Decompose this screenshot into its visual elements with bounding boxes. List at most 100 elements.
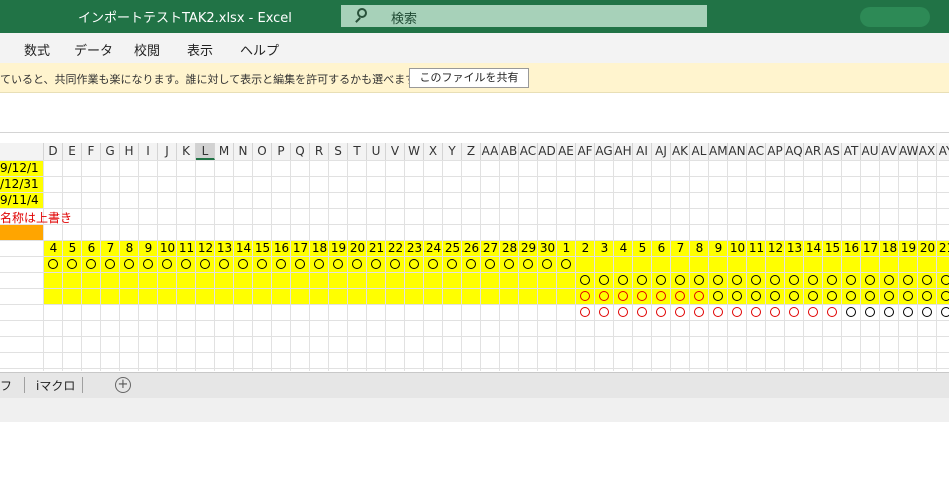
day-number-cell[interactable]: 19 xyxy=(899,241,918,255)
column-header[interactable]: V xyxy=(386,143,405,160)
column-header[interactable]: H xyxy=(120,143,139,160)
column-header[interactable]: AC xyxy=(747,143,766,160)
column-header[interactable]: N xyxy=(234,143,253,160)
column-header[interactable]: AW xyxy=(899,143,918,160)
day-number-cell[interactable]: 5 xyxy=(633,241,652,255)
day-number-cell[interactable]: 14 xyxy=(804,241,823,255)
column-header[interactable]: AL xyxy=(690,143,709,160)
day-number-cell[interactable]: 3 xyxy=(595,241,614,255)
search-box[interactable]: 検索 xyxy=(341,5,707,27)
column-header[interactable]: E xyxy=(63,143,82,160)
column-header[interactable]: AE xyxy=(557,143,576,160)
day-number-cell[interactable]: 15 xyxy=(253,241,272,255)
day-number-cell[interactable]: 18 xyxy=(880,241,899,255)
column-header[interactable]: AP xyxy=(766,143,785,160)
column-header[interactable]: AF xyxy=(576,143,595,160)
column-header[interactable]: AJ xyxy=(652,143,671,160)
column-header[interactable]: Z xyxy=(462,143,481,160)
left-cell-text[interactable]: 9/11/4 xyxy=(0,193,39,207)
day-number-cell[interactable]: 12 xyxy=(196,241,215,255)
day-number-cell[interactable]: 6 xyxy=(652,241,671,255)
day-number-cell[interactable]: 4 xyxy=(614,241,633,255)
column-header[interactable]: M xyxy=(215,143,234,160)
day-number-cell[interactable]: 20 xyxy=(348,241,367,255)
column-header[interactable]: T xyxy=(348,143,367,160)
column-header[interactable]: AM xyxy=(709,143,728,160)
column-header[interactable]: AG xyxy=(595,143,614,160)
day-number-cell[interactable]: 6 xyxy=(82,241,101,255)
column-header[interactable]: S xyxy=(329,143,348,160)
day-number-cell[interactable]: 5 xyxy=(63,241,82,255)
left-cell-text[interactable]: /12/31 xyxy=(0,177,39,191)
day-number-cell[interactable]: 11 xyxy=(747,241,766,255)
column-header-corner[interactable] xyxy=(0,143,44,160)
day-number-cell[interactable]: 14 xyxy=(234,241,253,255)
column-header[interactable]: AH xyxy=(614,143,633,160)
day-number-cell[interactable]: 8 xyxy=(120,241,139,255)
day-number-cell[interactable]: 29 xyxy=(519,241,538,255)
day-number-cell[interactable]: 10 xyxy=(728,241,747,255)
day-number-cell[interactable]: 4 xyxy=(44,241,63,255)
column-header[interactable]: I xyxy=(139,143,158,160)
sheet-tab-1[interactable]: フ xyxy=(0,377,12,394)
ribbon-tab-view[interactable]: 表示 xyxy=(187,40,213,59)
day-number-cell[interactable]: 27 xyxy=(481,241,500,255)
day-number-cell[interactable]: 24 xyxy=(424,241,443,255)
ribbon-tab-formulas[interactable]: 数式 xyxy=(24,40,50,59)
day-number-cell[interactable]: 16 xyxy=(842,241,861,255)
column-header[interactable]: X xyxy=(424,143,443,160)
day-number-cell[interactable]: 23 xyxy=(405,241,424,255)
day-number-cell[interactable]: 15 xyxy=(823,241,842,255)
day-number-cell[interactable]: 17 xyxy=(291,241,310,255)
plus-circle-icon[interactable]: + xyxy=(115,377,131,393)
ribbon-tab-review[interactable]: 校閲 xyxy=(134,40,160,59)
column-header[interactable]: K xyxy=(177,143,196,160)
column-header[interactable]: AC xyxy=(519,143,538,160)
day-number-cell[interactable]: 1 xyxy=(557,241,576,255)
share-file-button[interactable]: このファイルを共有 xyxy=(409,68,529,88)
day-number-cell[interactable]: 26 xyxy=(462,241,481,255)
day-number-cell[interactable]: 13 xyxy=(785,241,804,255)
column-header[interactable]: Y xyxy=(443,143,462,160)
column-header[interactable]: AX xyxy=(918,143,937,160)
column-header[interactable]: AA xyxy=(481,143,500,160)
day-number-cell[interactable]: 12 xyxy=(766,241,785,255)
column-header[interactable]: AN xyxy=(728,143,747,160)
column-header[interactable]: O xyxy=(253,143,272,160)
column-header[interactable]: AI xyxy=(633,143,652,160)
day-number-cell[interactable]: 16 xyxy=(272,241,291,255)
day-number-cell[interactable]: 20 xyxy=(918,241,937,255)
column-header[interactable]: D xyxy=(44,143,63,160)
day-number-cell[interactable]: 10 xyxy=(158,241,177,255)
column-header[interactable]: AS xyxy=(823,143,842,160)
day-number-cell[interactable]: 30 xyxy=(538,241,557,255)
day-number-cell[interactable]: 8 xyxy=(690,241,709,255)
ribbon-tab-data[interactable]: データ xyxy=(74,40,113,59)
sheet-tab-macro[interactable]: iマクロ xyxy=(36,377,75,394)
column-header[interactable]: Q xyxy=(291,143,310,160)
day-number-cell[interactable]: 7 xyxy=(671,241,690,255)
day-number-cell[interactable]: 22 xyxy=(386,241,405,255)
column-header[interactable]: AR xyxy=(804,143,823,160)
day-number-cell[interactable]: 9 xyxy=(709,241,728,255)
day-number-cell[interactable]: 21 xyxy=(367,241,386,255)
column-header[interactable]: AY xyxy=(937,143,949,160)
left-cell-text[interactable]: 9/12/1 xyxy=(0,161,39,175)
column-header[interactable]: G xyxy=(101,143,120,160)
account-area[interactable] xyxy=(860,7,930,27)
spreadsheet-grid[interactable]: D E F G H I J K L M N O P Q R S T U V W X Y Z AA AB AC AD AE AF AG AH A… xyxy=(0,143,949,371)
column-header[interactable]: W xyxy=(405,143,424,160)
ribbon-tab-help[interactable]: ヘルプ xyxy=(240,40,279,59)
day-number-cell[interactable]: 28 xyxy=(500,241,519,255)
column-header[interactable]: P xyxy=(272,143,291,160)
day-number-cell[interactable]: 25 xyxy=(443,241,462,255)
day-number-cell[interactable]: 19 xyxy=(329,241,348,255)
column-header[interactable]: AV xyxy=(880,143,899,160)
day-number-cell[interactable]: 7 xyxy=(101,241,120,255)
day-number-cell[interactable]: 13 xyxy=(215,241,234,255)
column-header[interactable]: AT xyxy=(842,143,861,160)
day-number-cell[interactable]: 21 xyxy=(937,241,949,255)
day-number-cell[interactable]: 2 xyxy=(576,241,595,255)
column-header[interactable]: J xyxy=(158,143,177,160)
column-header[interactable]: AK xyxy=(671,143,690,160)
